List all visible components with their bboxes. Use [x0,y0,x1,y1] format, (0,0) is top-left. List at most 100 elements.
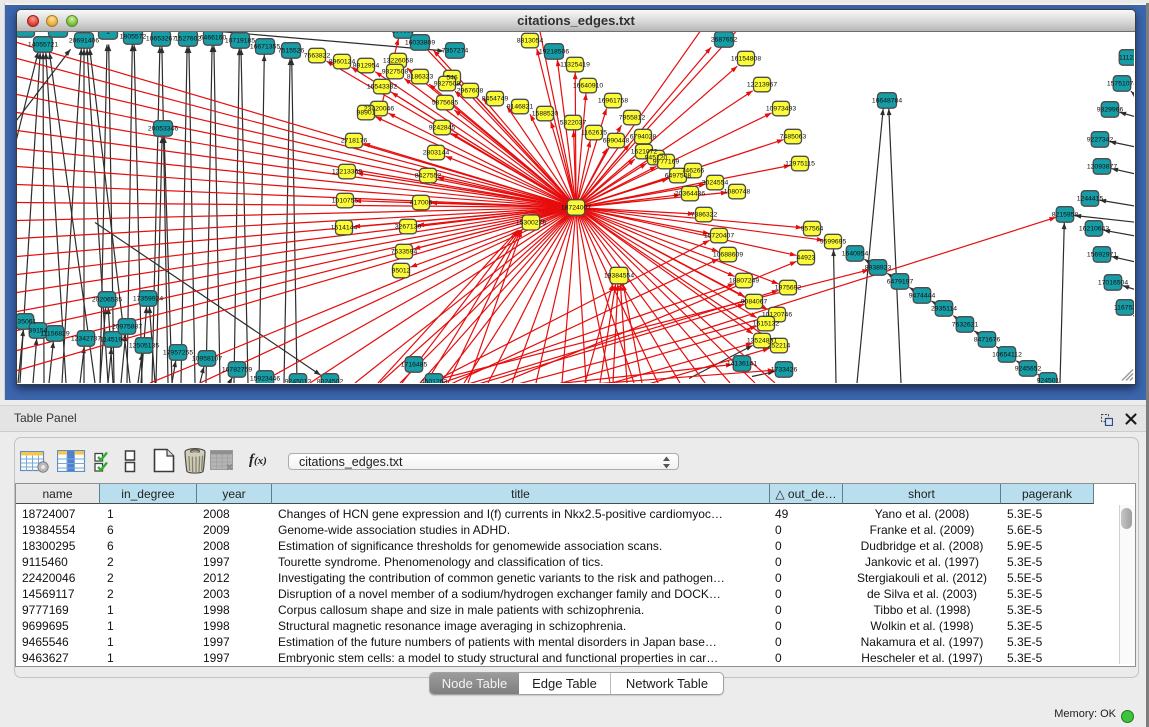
svg-text:7386322: 7386322 [691,211,718,218]
svg-text:16543382: 16543382 [367,83,397,90]
svg-text:98901: 98901 [357,109,376,116]
svg-text:835061: 835061 [17,318,37,325]
svg-text:8186323: 8186323 [407,73,434,80]
svg-text:10653267: 10653267 [146,35,176,42]
svg-text:8427552: 8427552 [415,172,442,179]
svg-text:1615132: 1615132 [753,320,780,327]
svg-text:20053346: 20053346 [148,125,178,132]
svg-text:8912954: 8912954 [353,62,380,69]
svg-text:1975692: 1975692 [775,284,802,291]
svg-text:10120746: 10120746 [762,311,792,318]
svg-text:9242845: 9242845 [429,124,456,131]
svg-text:11325419: 11325419 [560,61,590,68]
svg-text:9474444: 9474444 [909,292,936,299]
svg-text:16154808: 16154808 [731,55,761,62]
svg-text:6990448: 6990448 [603,137,630,144]
svg-text:12213369: 12213369 [332,168,362,175]
svg-text:8960124: 8960124 [329,58,356,65]
svg-text:16640910: 16640910 [573,82,603,89]
svg-text:12213967: 12213967 [747,81,777,88]
svg-text:1588520: 1588520 [532,110,559,117]
svg-text:9327508: 9327508 [434,80,461,87]
svg-text:11122: 11122 [1119,54,1134,61]
svg-text:924501: 924501 [1037,377,1060,382]
svg-text:17957255: 17957255 [163,349,193,356]
svg-text:7533594: 7533594 [391,248,418,255]
svg-text:2803144: 2803144 [423,149,450,156]
svg-text:44923: 44923 [797,254,816,261]
svg-text:7632621: 7632621 [952,321,979,328]
svg-text:1: 1 [23,32,27,34]
svg-text:17016504: 17016504 [1098,279,1128,286]
svg-text:6466160: 6466160 [200,34,227,41]
svg-text:8938923: 8938923 [865,264,892,271]
svg-text:14055721: 14055721 [28,41,58,48]
svg-text:1010755: 1010755 [332,197,359,204]
svg-text:8215958: 8215958 [1052,211,1079,218]
svg-text:417006: 417006 [410,199,433,206]
svg-text:5322037: 5322037 [560,119,587,126]
svg-text:6794028: 6794028 [630,133,657,140]
svg-text:10688609: 10688609 [713,251,743,258]
svg-text:6479197: 6479197 [887,278,914,285]
svg-text:1145190: 1145190 [100,336,126,343]
svg-text:20691406: 20691406 [69,37,99,44]
svg-text:12975115: 12975115 [785,160,815,167]
svg-text:15923446: 15923446 [250,375,280,382]
svg-text:7357274: 7357274 [442,47,469,54]
svg-text:1733426: 1733426 [771,366,798,373]
svg-text:14136141: 14136141 [727,360,757,367]
svg-text:8813054: 8813054 [517,37,544,44]
svg-text:12093877: 12093877 [1087,163,1117,170]
svg-text:17359924: 17359924 [133,295,163,302]
svg-text:1716485: 1716485 [401,361,428,368]
svg-text:1244415: 1244415 [1077,195,1104,202]
svg-text:9599695: 9599695 [820,238,847,245]
svg-text:10973493: 10973493 [766,105,796,112]
svg-text:15300275: 15300275 [516,219,546,226]
svg-text:15720407: 15720407 [704,232,734,239]
svg-text:2687652: 2687652 [711,36,738,43]
svg-text:8024502: 8024502 [317,378,344,382]
svg-text:3267130: 3267130 [395,223,422,230]
svg-text:4501263: 4501263 [421,378,448,382]
svg-text:2967608: 2967608 [457,87,484,94]
svg-text:1640954: 1640954 [842,250,869,257]
svg-text:18807249: 18807249 [729,277,759,284]
svg-text:7955812: 7955812 [619,114,646,121]
svg-text:5875685: 5875685 [432,99,459,106]
svg-text:1080748: 1080748 [724,188,751,195]
svg-text:1: 1 [56,32,60,34]
svg-text:746266: 746266 [682,167,705,174]
svg-text:1905572: 1905572 [120,33,147,40]
svg-text:1514144: 1514144 [331,224,358,231]
svg-text:1: 1 [106,32,110,36]
svg-text:9227342: 9227342 [1087,136,1114,143]
svg-text:16033809: 16033809 [405,39,435,46]
svg-text:18724007: 18724007 [561,204,591,211]
svg-text:2718176: 2718176 [341,137,368,144]
svg-text:95012: 95012 [392,267,411,274]
svg-text:9084067: 9084067 [741,298,768,305]
svg-text:19218506: 19218506 [539,48,569,55]
svg-text:16648784: 16648784 [872,97,902,104]
svg-text:252214: 252214 [768,342,791,349]
svg-text:9329966: 9329966 [1097,106,1124,113]
svg-text:1527602: 1527602 [175,35,202,42]
svg-text:13226058: 13226058 [383,57,413,64]
svg-text:9777169: 9777169 [653,158,680,165]
svg-text:9327508: 9327508 [382,68,409,75]
svg-text:10958107: 10958107 [192,355,222,362]
svg-text:7663822: 7663822 [304,52,331,59]
svg-text:20364436: 20364436 [675,190,705,197]
svg-text:9146821: 9146821 [507,103,534,110]
svg-text:7515526: 7515526 [278,47,305,54]
svg-text:15692971: 15692971 [1087,251,1117,258]
svg-text:116753: 116753 [1114,304,1134,311]
svg-text:7485063: 7485063 [780,133,807,140]
svg-text:16782759: 16782759 [222,366,252,373]
svg-text:9245012: 9245012 [285,378,312,382]
svg-text:11156829: 11156829 [40,330,69,337]
svg-text:10654112: 10654112 [992,351,1022,358]
svg-text:20206535: 20206535 [92,296,122,303]
